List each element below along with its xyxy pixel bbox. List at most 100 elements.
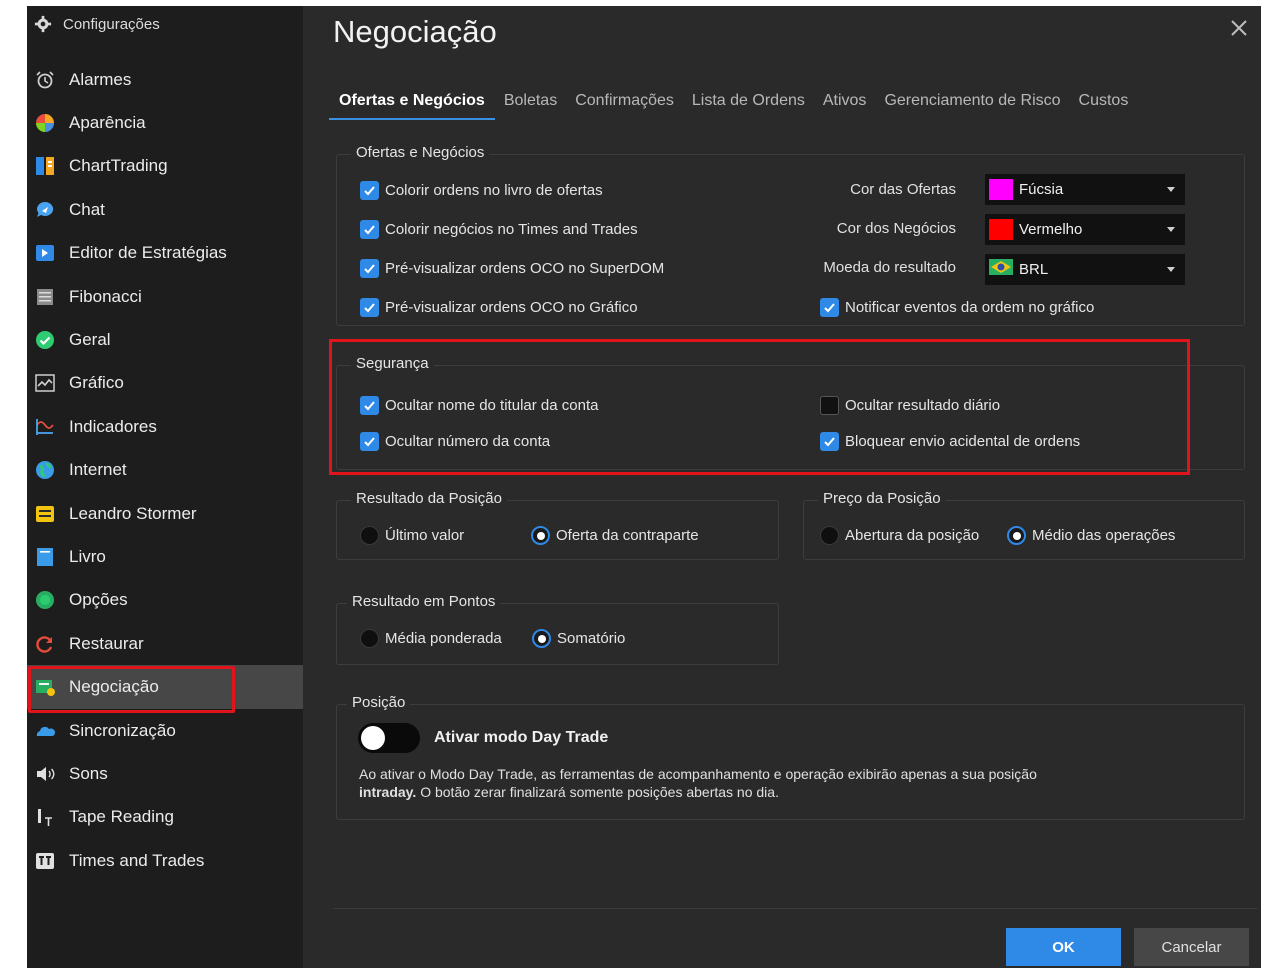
sidebar-item-label: Geral (69, 330, 111, 350)
ok-button[interactable]: OK (1006, 928, 1121, 966)
sidebar-item-tape-reading[interactable]: Tape Reading (27, 796, 303, 839)
chat-bubble-icon (35, 200, 55, 220)
checkbox-checked[interactable] (360, 220, 379, 239)
sidebar-item-label: Restaurar (69, 633, 144, 653)
sidebar-item-leandro-stormer[interactable]: Leandro Stormer (27, 492, 303, 535)
checkbox-label: Pré-visualizar ordens OCO no Gráfico (385, 299, 638, 316)
sidebar-item-sincronizacao[interactable]: Sincronização (27, 709, 303, 752)
sidebar-item-label: Sons (69, 763, 108, 783)
tab-gerenciamento-risco[interactable]: Gerenciamento de Risco (875, 86, 1069, 120)
chevron-down-icon (1167, 227, 1175, 232)
check-ocultar-nome-row[interactable]: Ocultar nome do titular da conta (360, 396, 598, 415)
tab-custos[interactable]: Custos (1070, 86, 1138, 120)
radio-abertura-posicao-row[interactable]: Abertura da posição (820, 526, 979, 545)
checkbox-label: Ocultar nome do titular da conta (385, 397, 599, 414)
check-notificar-eventos-row[interactable]: Notificar eventos da ordem no gráfico (820, 298, 1094, 317)
radio-unselected[interactable] (820, 526, 839, 545)
resultado-posicao-group: Resultado da Posição Último valor Oferta… (336, 490, 779, 560)
chevron-down-icon (1167, 187, 1175, 192)
moeda-dropdown[interactable]: BRL (985, 254, 1185, 285)
radio-label: Oferta da contraparte (556, 527, 699, 544)
day-trade-description: Ao ativar o Modo Day Trade, as ferrament… (359, 765, 1229, 801)
group-legend: Resultado em Pontos (347, 593, 501, 610)
checkbox-checked[interactable] (360, 181, 379, 200)
radio-unselected[interactable] (360, 526, 379, 545)
sidebar-item-label: Leandro Stormer (69, 503, 197, 523)
tab-confirmacoes[interactable]: Confirmações (566, 86, 683, 120)
tab-ofertas-negocios[interactable]: Ofertas e Negócios (329, 86, 495, 120)
radio-label: Último valor (385, 527, 465, 544)
radio-selected[interactable] (531, 526, 550, 545)
footer-divider (333, 908, 1258, 909)
radio-selected[interactable] (532, 629, 551, 648)
checkbox-checked[interactable] (360, 298, 379, 317)
checkbox-label: Notificar eventos da ordem no gráfico (845, 299, 1095, 316)
tab-boletas[interactable]: Boletas (495, 86, 566, 120)
check-bloquear-envio-row[interactable]: Bloquear envio acidental de ordens (820, 432, 1080, 451)
radio-medio-operacoes-row[interactable]: Médio das operações (1007, 526, 1175, 545)
sidebar-item-label: Aparência (69, 113, 146, 133)
sidebar-item-label: Sincronização (69, 720, 176, 740)
check-ocultar-resultado-row[interactable]: Ocultar resultado diário (820, 396, 1000, 415)
sidebar-title: Configurações (63, 15, 160, 33)
radio-unselected[interactable] (360, 629, 379, 648)
sidebar-item-opcoes[interactable]: Opções (27, 579, 303, 622)
radio-ultimo-valor-row[interactable]: Último valor (360, 526, 464, 545)
cor-ofertas-dropdown[interactable]: Fúcsia (985, 174, 1185, 205)
cor-negocios-label: Cor dos Negócios (836, 220, 956, 237)
seguranca-group: Segurança Ocultar nome do titular da con… (336, 355, 1245, 470)
checkbox-checked[interactable] (820, 298, 839, 317)
close-button[interactable] (1227, 16, 1251, 40)
sidebar-item-charttrading[interactable]: ChartTrading (27, 145, 303, 188)
tab-lista-ordens[interactable]: Lista de Ordens (683, 86, 814, 120)
sidebar-item-aparencia[interactable]: Aparência (27, 101, 303, 144)
cor-negocios-dropdown[interactable]: Vermelho (985, 214, 1185, 245)
sidebar-item-livro[interactable]: Livro (27, 535, 303, 578)
preco-posicao-group: Preço da Posição Abertura da posição Méd… (803, 490, 1245, 560)
check-preview-superdom-row[interactable]: Pré-visualizar ordens OCO no SuperDOM (360, 259, 664, 278)
check-preview-grafico-row[interactable]: Pré-visualizar ordens OCO no Gráfico (360, 298, 638, 317)
description-rest: O botão zerar finalizará somente posiçõe… (416, 784, 779, 800)
checkbox-checked[interactable] (820, 432, 839, 451)
check-colorir-negocios-row[interactable]: Colorir negócios no Times and Trades (360, 220, 638, 239)
cancel-button[interactable]: Cancelar (1134, 928, 1249, 966)
sidebar-item-restaurar[interactable]: Restaurar (27, 622, 303, 665)
profile-card-icon (35, 504, 55, 524)
tab-bar: Ofertas e Negócios Boletas Confirmações … (329, 86, 1137, 121)
description-bold: intraday. (359, 784, 417, 800)
radio-media-ponderada-row[interactable]: Média ponderada (360, 629, 502, 648)
sidebar-item-grafico[interactable]: Gráfico (27, 362, 303, 405)
checkbox-unchecked[interactable] (820, 396, 839, 415)
alarm-clock-icon (35, 70, 55, 90)
radio-somatorio-row[interactable]: Somatório (532, 629, 625, 648)
radio-oferta-contraparte-row[interactable]: Oferta da contraparte (531, 526, 699, 545)
sidebar-item-indicadores[interactable]: Indicadores (27, 405, 303, 448)
checkbox-checked[interactable] (360, 259, 379, 278)
check-circle-icon (35, 330, 55, 350)
fibonacci-icon (35, 287, 55, 307)
sidebar-item-internet[interactable]: Internet (27, 449, 303, 492)
check-colorir-ordens-row[interactable]: Colorir ordens no livro de ofertas (360, 181, 603, 200)
check-ocultar-numero-row[interactable]: Ocultar número da conta (360, 432, 550, 451)
radio-selected[interactable] (1007, 526, 1026, 545)
sidebar-item-label: Indicadores (69, 416, 157, 436)
radio-label: Média ponderada (385, 630, 502, 647)
sidebar-item-geral[interactable]: Geral (27, 318, 303, 361)
sidebar-item-label: Negociação (69, 677, 159, 697)
checkbox-checked[interactable] (360, 432, 379, 451)
color-swatch (989, 219, 1013, 240)
sidebar-header: Configurações (33, 12, 160, 36)
sidebar-item-alarmes[interactable]: Alarmes (27, 58, 303, 101)
sidebar-item-fibonacci[interactable]: Fibonacci (27, 275, 303, 318)
sidebar-item-sons[interactable]: Sons (27, 752, 303, 795)
sidebar-item-chat[interactable]: Chat (27, 188, 303, 231)
group-legend: Preço da Posição (818, 490, 946, 507)
tab-ativos[interactable]: Ativos (814, 86, 876, 120)
sidebar-item-negociacao[interactable]: Negociação (27, 665, 303, 714)
checkbox-checked[interactable] (360, 396, 379, 415)
checkbox-label: Pré-visualizar ordens OCO no SuperDOM (385, 260, 665, 277)
sidebar-item-times-and-trades[interactable]: Times and Trades (27, 839, 303, 882)
day-trade-toggle[interactable] (358, 723, 420, 753)
strategy-editor-icon (35, 243, 55, 263)
sidebar-item-editor-estrategias[interactable]: Editor de Estratégias (27, 232, 303, 275)
